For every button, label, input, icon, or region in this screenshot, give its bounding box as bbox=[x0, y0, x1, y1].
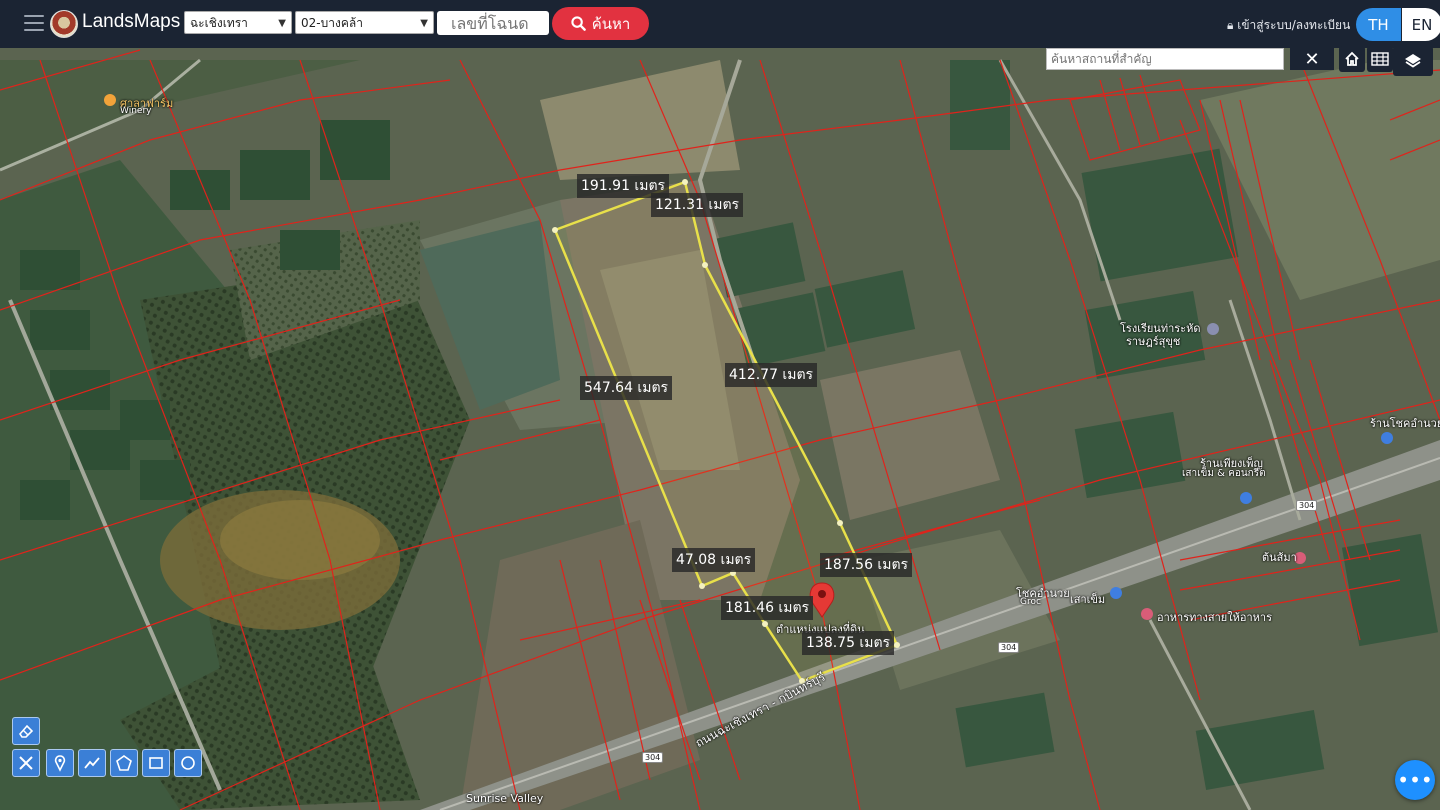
landsmaps-logo bbox=[50, 10, 78, 38]
measurement-label: 121.31 เมตร bbox=[651, 193, 744, 217]
ruler-icon bbox=[19, 756, 33, 770]
brand-name: LandsMaps bbox=[82, 11, 181, 32]
district-select[interactable]: 02-บางคล้า ▼ bbox=[295, 11, 434, 34]
shop-label-3b: Groc bbox=[1020, 597, 1041, 607]
food-label: อาหารทางสายให้อาหาร bbox=[1157, 611, 1272, 624]
polygon-tool-button[interactable] bbox=[110, 749, 138, 777]
winery-sub-label: Winery bbox=[120, 106, 152, 116]
satellite-map[interactable]: ศาลาฟาร์ม Winery โรงเรียนท่าระหัด ราษฎร์… bbox=[0, 48, 1440, 810]
lang-en-button[interactable]: EN bbox=[1402, 8, 1440, 41]
measurement-label: 47.08 เมตร bbox=[672, 548, 756, 572]
more-icon: ••• bbox=[1397, 768, 1433, 792]
district-select-value: 02-บางคล้า bbox=[301, 16, 363, 30]
deed-number-input[interactable] bbox=[437, 11, 549, 35]
home-icon bbox=[1345, 51, 1359, 66]
pin-icon bbox=[54, 755, 66, 772]
circle-icon bbox=[181, 756, 195, 770]
login-link[interactable]: 🔒︎ เข้าสู่ระบบ/ลงทะเบียน bbox=[1227, 16, 1350, 35]
grid-button[interactable] bbox=[1367, 46, 1393, 72]
road-number-shield: 304 bbox=[998, 642, 1020, 653]
rectangle-icon bbox=[149, 757, 163, 769]
measurement-label: 138.75 เมตร bbox=[802, 631, 895, 655]
eraser-icon bbox=[18, 724, 34, 738]
road-number-shield: 304 bbox=[1296, 500, 1318, 511]
lang-th-button[interactable]: TH bbox=[1356, 8, 1401, 41]
province-select[interactable]: ฉะเชิงเทรา ▼ bbox=[184, 11, 292, 34]
clear-search-button[interactable]: ✕ bbox=[1290, 48, 1334, 70]
rectangle-tool-button[interactable] bbox=[142, 749, 170, 777]
top-bar: LandsMaps ฉะเชิงเทรา ▼ 02-บางคล้า ▼ ค้นห… bbox=[0, 0, 1440, 48]
polygon-icon bbox=[116, 755, 132, 771]
chevron-down-icon: ▼ bbox=[278, 18, 286, 29]
measurement-label: 181.46 เมตร bbox=[721, 596, 814, 620]
measurement-label: 187.56 เมตร bbox=[820, 553, 913, 577]
pin-tool-button[interactable] bbox=[46, 749, 74, 777]
search-icon bbox=[571, 16, 586, 31]
road-number-shield: 304 bbox=[642, 752, 664, 763]
layers-icon bbox=[1405, 54, 1421, 68]
more-options-button[interactable]: ••• bbox=[1395, 760, 1435, 800]
close-icon: ✕ bbox=[1304, 48, 1320, 70]
shop-label-1: ร้านโชคอำนวย bbox=[1370, 417, 1440, 430]
shop-label-2b: เสาเข็ม & คอนกรีต bbox=[1182, 468, 1266, 479]
place-search-input[interactable] bbox=[1046, 48, 1284, 70]
search-button[interactable]: ค้นหา bbox=[552, 7, 649, 40]
menu-icon[interactable] bbox=[24, 15, 44, 31]
province-select-value: ฉะเชิงเทรา bbox=[190, 16, 248, 30]
layers-button[interactable] bbox=[1393, 46, 1433, 76]
measurement-label: 412.77 เมตร bbox=[725, 363, 818, 387]
polyline-icon bbox=[84, 757, 100, 769]
shop-label-3c: เสาเข็ม bbox=[1070, 593, 1106, 606]
shop-label-4: ต้นส้มา bbox=[1262, 551, 1297, 564]
ruler-tool-button[interactable] bbox=[12, 749, 40, 777]
grid-icon bbox=[1371, 52, 1389, 66]
login-label: เข้าสู่ระบบ/ลงทะเบียน bbox=[1237, 18, 1351, 32]
measurement-label: 547.64 เมตร bbox=[580, 376, 673, 400]
school-label-2: ราษฎร์สุขุช bbox=[1126, 335, 1181, 348]
sunrise-valley-label: Sunrise Valley bbox=[466, 792, 544, 805]
chevron-down-icon: ▼ bbox=[420, 18, 428, 29]
lock-icon: 🔒︎ bbox=[1227, 18, 1234, 32]
circle-tool-button[interactable] bbox=[174, 749, 202, 777]
polyline-tool-button[interactable] bbox=[78, 749, 106, 777]
search-button-label: ค้นหา bbox=[591, 14, 631, 33]
map-canvas bbox=[0, 48, 1440, 810]
eraser-tool-button[interactable] bbox=[12, 717, 40, 745]
home-button[interactable] bbox=[1339, 46, 1365, 72]
